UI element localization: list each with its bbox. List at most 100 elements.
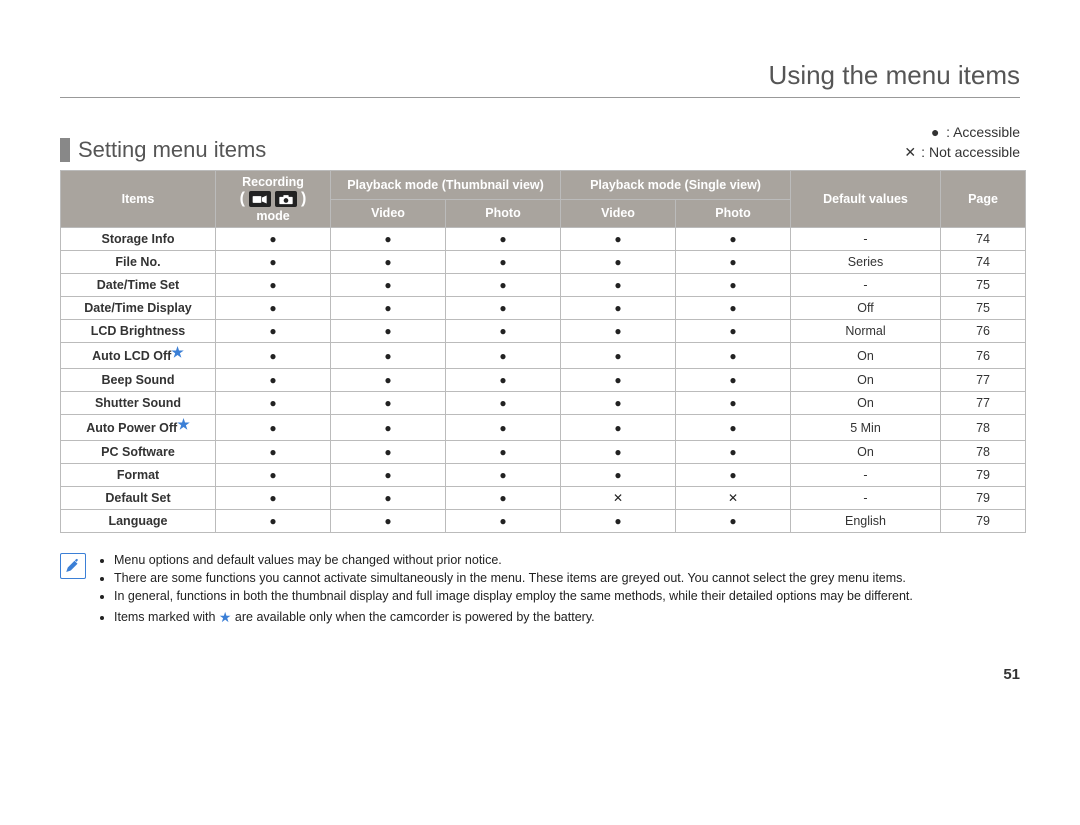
dot-icon <box>614 324 621 338</box>
accessible-dot <box>446 487 561 510</box>
dot-icon <box>499 421 506 435</box>
accessible-dot <box>331 464 446 487</box>
dot-icon <box>499 349 506 363</box>
item-name-label: Auto LCD Off <box>92 349 171 363</box>
accessible-dot <box>331 228 446 251</box>
accessible-dot <box>331 510 446 533</box>
settings-table: Items Recording ( ) <box>60 170 1026 533</box>
item-name-cell: Beep Sound <box>61 369 216 392</box>
dot-icon <box>729 421 736 435</box>
accessible-dot <box>561 392 676 415</box>
page-ref-cell: 76 <box>941 343 1026 369</box>
dot-icon: ● <box>928 123 942 143</box>
item-name-cell: PC Software <box>61 441 216 464</box>
dot-icon <box>384 373 391 387</box>
manual-page: Using the menu items Setting menu items … <box>0 0 1080 713</box>
default-value-cell: On <box>791 343 941 369</box>
dot-icon <box>269 232 276 246</box>
accessible-dot <box>216 441 331 464</box>
accessible-dot <box>446 510 561 533</box>
default-value-cell: - <box>791 274 941 297</box>
table-row: Date/Time Set-75 <box>61 274 1026 297</box>
page-ref-cell: 78 <box>941 415 1026 441</box>
dot-icon <box>729 232 736 246</box>
dot-icon <box>499 232 506 246</box>
page-ref-cell: 76 <box>941 320 1026 343</box>
accessible-dot <box>676 274 791 297</box>
item-name-label: Auto Power Off <box>86 421 177 435</box>
dot-icon <box>614 421 621 435</box>
item-name-cell: Date/Time Set <box>61 274 216 297</box>
accessible-dot <box>331 343 446 369</box>
item-name-label: Shutter Sound <box>95 396 181 410</box>
dot-icon <box>269 468 276 482</box>
accessible-dot <box>216 343 331 369</box>
accessible-dot <box>331 320 446 343</box>
accessible-dot <box>216 297 331 320</box>
table-row: Beep SoundOn77 <box>61 369 1026 392</box>
dot-icon <box>499 255 506 269</box>
item-name-label: File No. <box>115 255 160 269</box>
recording-label-bottom: mode <box>256 209 289 223</box>
default-value-cell: On <box>791 369 941 392</box>
item-name-cell: Default Set <box>61 487 216 510</box>
item-name-label: LCD Brightness <box>91 324 185 338</box>
dot-icon <box>614 396 621 410</box>
table-row: Storage Info-74 <box>61 228 1026 251</box>
section-header-row: Setting menu items ● : Accessible ✕ : No… <box>60 123 1020 162</box>
dot-icon <box>729 468 736 482</box>
accessible-dot <box>446 464 561 487</box>
accessible-dot <box>561 343 676 369</box>
dot-icon <box>384 278 391 292</box>
dot-icon <box>729 514 736 528</box>
col-items: Items <box>61 171 216 228</box>
photo-mode-icon <box>275 191 297 207</box>
accessible-dot <box>676 510 791 533</box>
dot-icon <box>614 255 621 269</box>
item-name-label: Date/Time Set <box>97 278 179 292</box>
accessible-dot <box>216 392 331 415</box>
dot-icon <box>384 421 391 435</box>
dot-icon <box>269 349 276 363</box>
table-row: LanguageEnglish79 <box>61 510 1026 533</box>
dot-icon <box>269 514 276 528</box>
dot-icon <box>269 445 276 459</box>
accessible-dot <box>561 228 676 251</box>
dot-icon <box>499 445 506 459</box>
item-name-cell: Date/Time Display <box>61 297 216 320</box>
col-single-video: Video <box>561 199 676 228</box>
dot-icon <box>384 324 391 338</box>
item-name-cell: Format <box>61 464 216 487</box>
accessible-dot <box>446 320 561 343</box>
default-value-cell: Off <box>791 297 941 320</box>
dot-icon <box>729 324 736 338</box>
dot-icon <box>729 301 736 315</box>
accessible-dot <box>331 297 446 320</box>
legend-accessible-label: Accessible <box>953 124 1020 140</box>
dot-icon <box>499 468 506 482</box>
dot-icon <box>384 301 391 315</box>
star-icon: ★ <box>177 416 190 432</box>
dot-icon <box>499 396 506 410</box>
item-name-label: Language <box>108 514 167 528</box>
page-ref-cell: 79 <box>941 464 1026 487</box>
table-row: Shutter SoundOn77 <box>61 392 1026 415</box>
dot-icon <box>269 396 276 410</box>
accessible-dot <box>216 415 331 441</box>
col-single-photo: Photo <box>676 199 791 228</box>
accessible-dot <box>216 251 331 274</box>
accessible-dot <box>561 297 676 320</box>
dot-icon <box>269 278 276 292</box>
dot-icon <box>729 396 736 410</box>
legend-not-accessible: ✕ : Not accessible <box>903 143 1020 163</box>
col-thumb-photo: Photo <box>446 199 561 228</box>
accessible-dot <box>561 369 676 392</box>
dot-icon <box>269 324 276 338</box>
default-value-cell: 5 Min <box>791 415 941 441</box>
dot-icon <box>729 445 736 459</box>
accessible-dot <box>331 415 446 441</box>
video-mode-icon <box>249 191 271 207</box>
accessible-dot <box>216 274 331 297</box>
accessible-dot <box>676 415 791 441</box>
dot-icon <box>614 301 621 315</box>
